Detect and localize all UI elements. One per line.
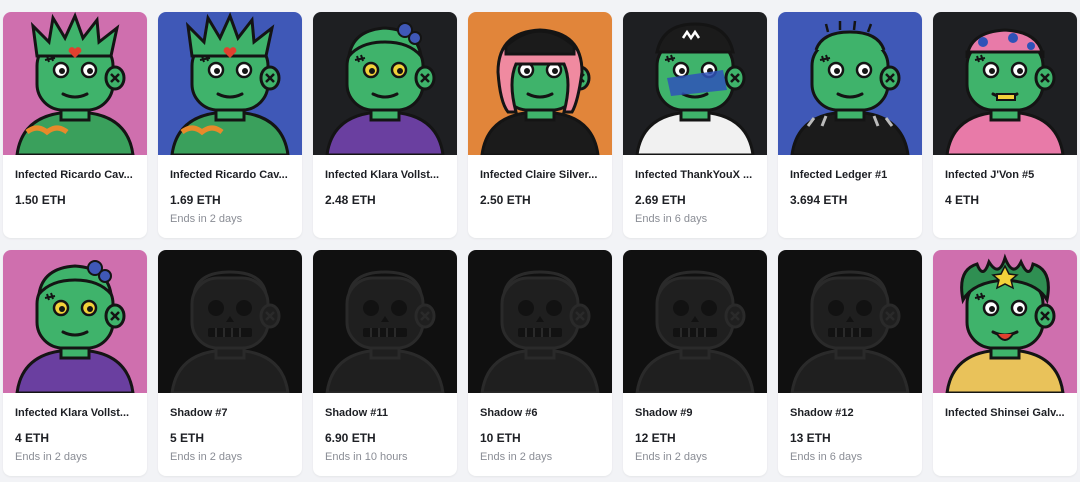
nft-price: 3.694 ETH	[790, 193, 848, 207]
nft-title: Infected Ricardo Cav...	[170, 169, 288, 181]
nft-price: 2.48 ETH	[325, 193, 376, 207]
nft-artwork[interactable]	[778, 12, 922, 155]
nft-title: Infected Ricardo Cav...	[15, 169, 133, 181]
nft-card-grid: Infected Ricardo Cav... 1.50 ETH Infected …	[0, 0, 1080, 482]
nft-card[interactable]: Infected Shinsei Galv...	[933, 250, 1077, 476]
nft-price: 1.50 ETH	[15, 193, 66, 207]
nft-title: Infected Klara Vollst...	[15, 407, 130, 419]
auction-countdown: Ends in 2 days	[170, 213, 243, 225]
nft-price: 13 ETH	[790, 431, 831, 445]
nft-price: 10 ETH	[480, 431, 521, 445]
nft-card[interactable]: Shadow #6 10 ETH Ends in 2 days	[468, 250, 612, 476]
nft-card[interactable]: Shadow #11 6.90 ETH Ends in 10 hours	[313, 250, 457, 476]
nft-price: 4 ETH	[945, 193, 980, 207]
nft-card[interactable]: Infected J'Von #5 4 ETH	[933, 12, 1077, 238]
nft-artwork[interactable]	[313, 250, 457, 393]
nft-title: Shadow #6	[480, 407, 538, 419]
nft-artwork[interactable]	[933, 12, 1077, 155]
nft-artwork[interactable]	[778, 250, 922, 393]
nft-artwork[interactable]	[158, 250, 302, 393]
nft-title: Infected ThankYouX ...	[635, 169, 753, 181]
nft-price: 2.69 ETH	[635, 193, 686, 207]
nft-title: Infected Ledger #1	[790, 169, 888, 181]
nft-artwork[interactable]	[3, 250, 147, 393]
nft-title: Shadow #11	[325, 407, 388, 419]
nft-title: Infected Shinsei Galv...	[945, 407, 1065, 419]
nft-artwork[interactable]	[3, 12, 147, 155]
auction-countdown: Ends in 2 days	[15, 451, 88, 463]
nft-title: Infected Claire Silver...	[480, 169, 598, 181]
nft-price: 2.50 ETH	[480, 193, 531, 207]
nft-artwork[interactable]	[313, 12, 457, 155]
nft-artwork[interactable]	[623, 250, 767, 393]
nft-card[interactable]: Infected Ledger #1 3.694 ETH	[778, 12, 922, 238]
nft-price: 12 ETH	[635, 431, 676, 445]
nft-card[interactable]: Infected Klara Vollst... 2.48 ETH	[313, 12, 457, 238]
nft-artwork[interactable]	[468, 12, 612, 155]
nft-card[interactable]: Infected Ricardo Cav... 1.69 ETH Ends in 2…	[158, 12, 302, 238]
auction-countdown: Ends in 10 hours	[325, 451, 408, 463]
nft-title: Shadow #7	[170, 407, 228, 419]
auction-countdown: Ends in 2 days	[170, 451, 243, 463]
nft-artwork[interactable]	[468, 250, 612, 393]
nft-card[interactable]: Shadow #9 12 ETH Ends in 2 days	[623, 250, 767, 476]
nft-card[interactable]: Infected Claire Silver... 2.50 ETH	[468, 12, 612, 238]
nft-card[interactable]: Infected Klara Vollst... 4 ETH Ends in 2 d…	[3, 250, 147, 476]
nft-price: 5 ETH	[170, 431, 205, 445]
nft-card[interactable]: Shadow #7 5 ETH Ends in 2 days	[158, 250, 302, 476]
nft-price: 6.90 ETH	[325, 431, 376, 445]
nft-artwork[interactable]	[158, 12, 302, 155]
nft-title: Shadow #12	[790, 407, 854, 419]
nft-artwork[interactable]	[933, 250, 1077, 393]
nft-card[interactable]: Infected Ricardo Cav... 1.50 ETH	[3, 12, 147, 238]
nft-price: 4 ETH	[15, 431, 50, 445]
nft-artwork[interactable]	[623, 12, 767, 155]
nft-card[interactable]: Infected ThankYouX ... 2.69 ETH Ends in 6 …	[623, 12, 767, 238]
nft-card[interactable]: Shadow #12 13 ETH Ends in 6 days	[778, 250, 922, 476]
nft-title: Infected Klara Vollst...	[325, 169, 440, 181]
auction-countdown: Ends in 6 days	[790, 451, 863, 463]
nft-title: Infected J'Von #5	[945, 169, 1035, 181]
nft-title: Shadow #9	[635, 407, 693, 419]
auction-countdown: Ends in 2 days	[480, 451, 553, 463]
auction-countdown: Ends in 2 days	[635, 451, 708, 463]
nft-price: 1.69 ETH	[170, 193, 221, 207]
auction-countdown: Ends in 6 days	[635, 213, 708, 225]
